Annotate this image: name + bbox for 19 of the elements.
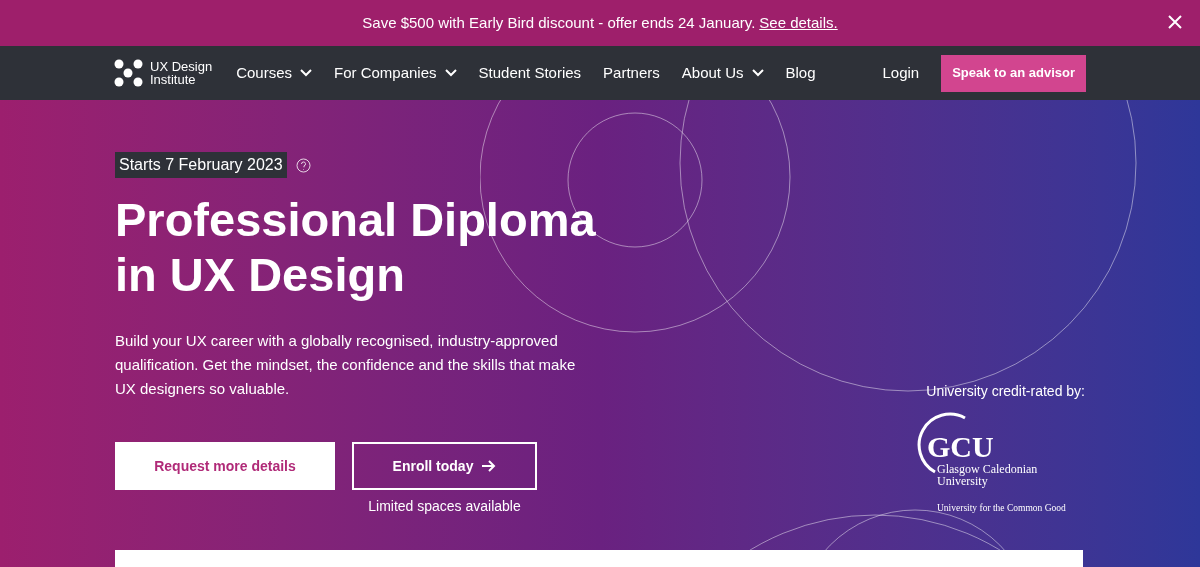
spaces-note: Limited spaces available xyxy=(368,497,521,516)
nav-link[interactable]: About Us xyxy=(681,61,764,85)
nav-link[interactable]: Student Stories xyxy=(478,61,582,85)
nav-link[interactable]: Blog xyxy=(785,61,816,85)
promo-text: Save $500 with Early Bird discount - offer ends 24 January. xyxy=(362,12,756,33)
advisor-button[interactable]: Speak to an advisor xyxy=(941,54,1086,92)
nav-link[interactable]: For Companies xyxy=(334,61,457,85)
enroll-button[interactable]: Enroll today xyxy=(352,442,537,490)
hero-description: Build your UX career with a globally recognised, industry-approved qualification. Get the mindset, the confidence and the skills that make UX designers so valuable. xyxy=(115,331,577,399)
logo-text: UX Design xyxy=(150,60,213,73)
hero-title: Professional Diploma in UX Design xyxy=(115,192,597,302)
details-link[interactable]: See details. xyxy=(759,11,838,35)
nav-link[interactable]: Courses xyxy=(236,61,312,85)
nav-link[interactable]: Partners xyxy=(603,61,660,85)
login-link[interactable]: Login xyxy=(882,61,920,85)
request-details-button[interactable]: Request more details xyxy=(115,442,335,490)
credit-label: University credit-rated by: xyxy=(926,382,1085,401)
logo-text: Institute xyxy=(150,73,196,86)
start-date-tag: Starts 7 February 2023 xyxy=(115,152,287,178)
